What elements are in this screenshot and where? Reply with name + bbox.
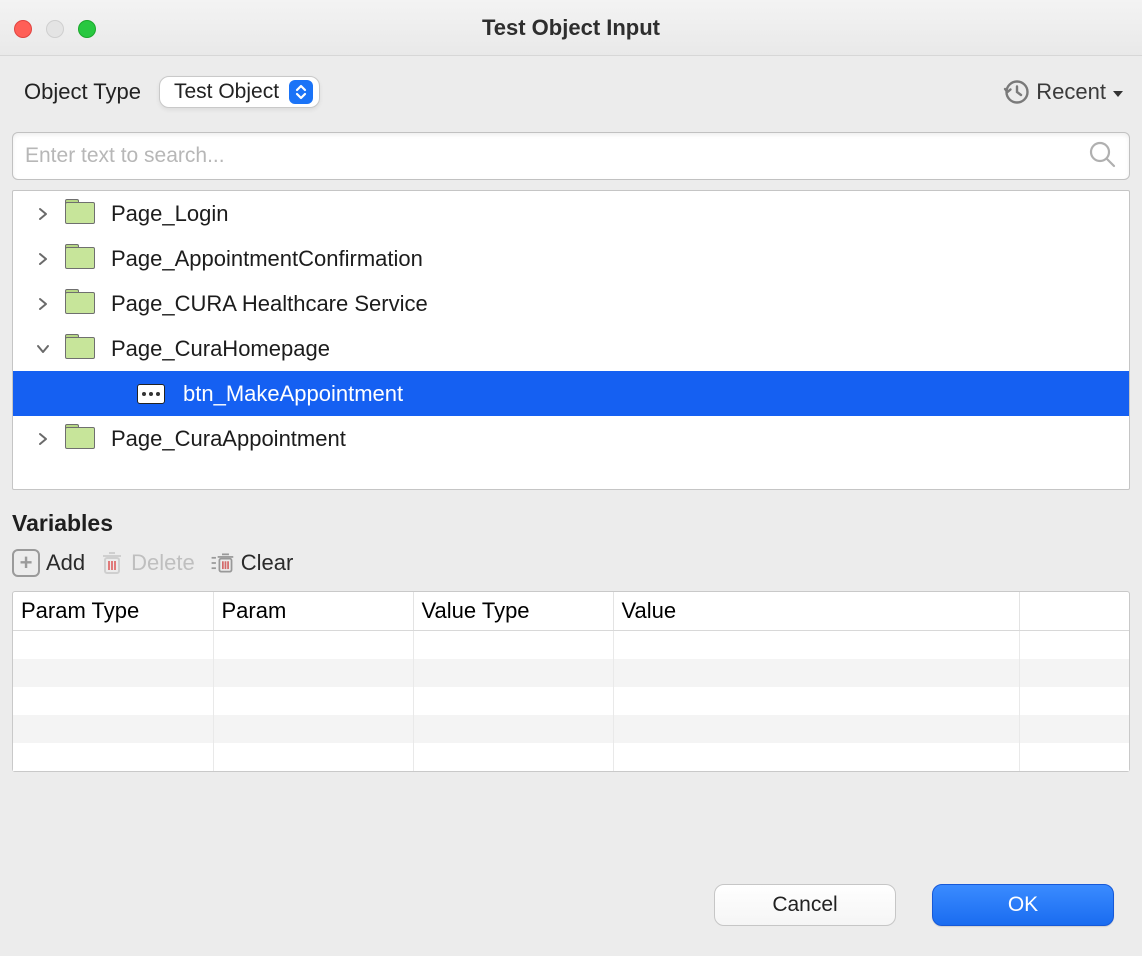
tree-folder-item[interactable]: Page_Login [13,191,1129,236]
delete-button[interactable]: Delete [99,550,195,576]
traffic-lights [14,20,96,38]
close-window-button[interactable] [14,20,32,38]
folder-icon [65,427,101,451]
titlebar: Test Object Input [0,0,1142,56]
dialog-footer: Cancel OK [714,884,1114,926]
column-header[interactable]: Value Type [413,592,613,631]
delete-label: Delete [131,550,195,576]
tree-item-label: Page_AppointmentConfirmation [111,246,423,272]
tree-item-label: Page_CuraAppointment [111,426,346,452]
recent-label: Recent [1036,79,1106,105]
tree-folder-item[interactable]: Page_CuraHomepage [13,326,1129,371]
chevron-right-icon[interactable] [33,207,53,221]
tree-item-label: Page_Login [111,201,228,227]
tree-object-item[interactable]: btn_MakeAppointment [13,371,1129,416]
chevron-down-icon[interactable] [33,342,53,356]
folder-icon [65,247,101,271]
object-type-value: Test Object [174,80,279,104]
cancel-button[interactable]: Cancel [714,884,896,926]
tree-folder-item[interactable]: Page_AppointmentConfirmation [13,236,1129,281]
chevron-updown-icon [289,80,313,104]
maximize-window-button[interactable] [78,20,96,38]
folder-icon [65,202,101,226]
variables-heading: Variables [12,510,1130,537]
tree-item-label: Page_CURA Healthcare Service [111,291,428,317]
column-header[interactable]: Value [613,592,1019,631]
folder-icon [65,292,101,316]
window-title: Test Object Input [0,15,1142,41]
chevron-right-icon[interactable] [33,432,53,446]
ok-button[interactable]: OK [932,884,1114,926]
toolbar: Object Type Test Object Recent [0,56,1142,132]
object-type-label: Object Type [24,79,141,105]
history-icon [1002,78,1030,106]
clear-label: Clear [241,550,294,576]
object-type-select[interactable]: Test Object [159,76,320,108]
chevron-right-icon[interactable] [33,297,53,311]
tree-folder-item[interactable]: Page_CuraAppointment [13,416,1129,461]
caret-down-icon [1112,79,1124,105]
tree-item-label: btn_MakeAppointment [183,381,403,407]
search-icon [1087,139,1117,174]
minimize-window-button[interactable] [46,20,64,38]
tree-item-label: Page_CuraHomepage [111,336,330,362]
add-icon: + [12,549,40,577]
add-label: Add [46,550,85,576]
object-tree: Page_Login Page_AppointmentConfirmation Pa… [12,190,1130,490]
column-header[interactable]: Param [213,592,413,631]
search-box [12,132,1130,180]
recent-dropdown[interactable]: Recent [1002,78,1124,106]
tree-folder-item[interactable]: Page_CURA Healthcare Service [13,281,1129,326]
search-input[interactable] [25,144,1087,168]
folder-icon [65,337,101,361]
object-icon [137,384,173,404]
clear-button[interactable]: Clear [209,550,294,576]
clear-icon [209,550,235,576]
column-header[interactable]: Param Type [13,592,213,631]
column-header[interactable] [1019,592,1129,631]
add-button[interactable]: + Add [12,549,85,577]
variables-table: Param TypeParamValue TypeValue [12,591,1130,772]
variables-toolbar: + Add Delete [12,549,1130,577]
chevron-right-icon[interactable] [33,252,53,266]
trash-icon [99,550,125,576]
